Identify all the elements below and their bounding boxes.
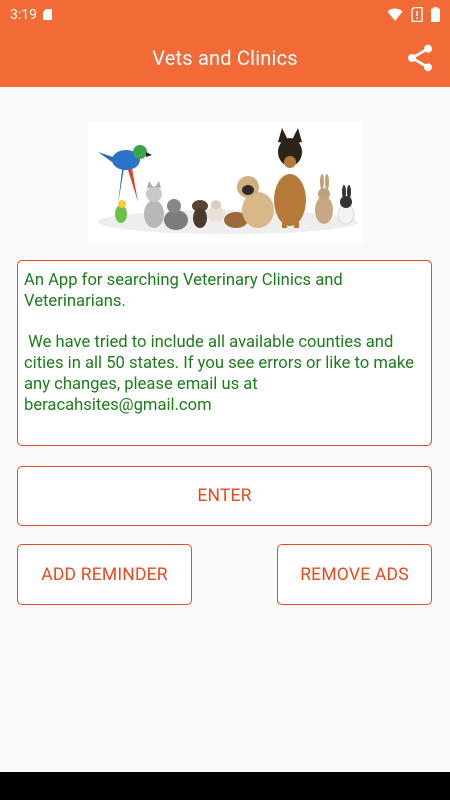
pets-banner-image <box>88 122 362 242</box>
navigation-bar <box>0 772 450 800</box>
remove-ads-button[interactable]: REMOVE ADS <box>277 544 432 605</box>
app-description: An App for searching Veterinary Clinics … <box>17 260 432 446</box>
status-bar: 3:19 <box>0 0 450 29</box>
app-title: Vets and Clinics <box>152 46 298 70</box>
app-bar: Vets and Clinics <box>0 29 450 87</box>
wifi-icon <box>387 8 403 21</box>
enter-button[interactable]: ENTER <box>17 466 432 526</box>
share-icon[interactable] <box>404 42 436 74</box>
add-reminder-button[interactable]: ADD REMINDER <box>17 544 192 605</box>
battery-icon <box>431 7 440 22</box>
sd-card-icon <box>43 9 52 20</box>
no-sim-icon <box>411 7 423 22</box>
status-time: 3:19 <box>10 6 37 23</box>
